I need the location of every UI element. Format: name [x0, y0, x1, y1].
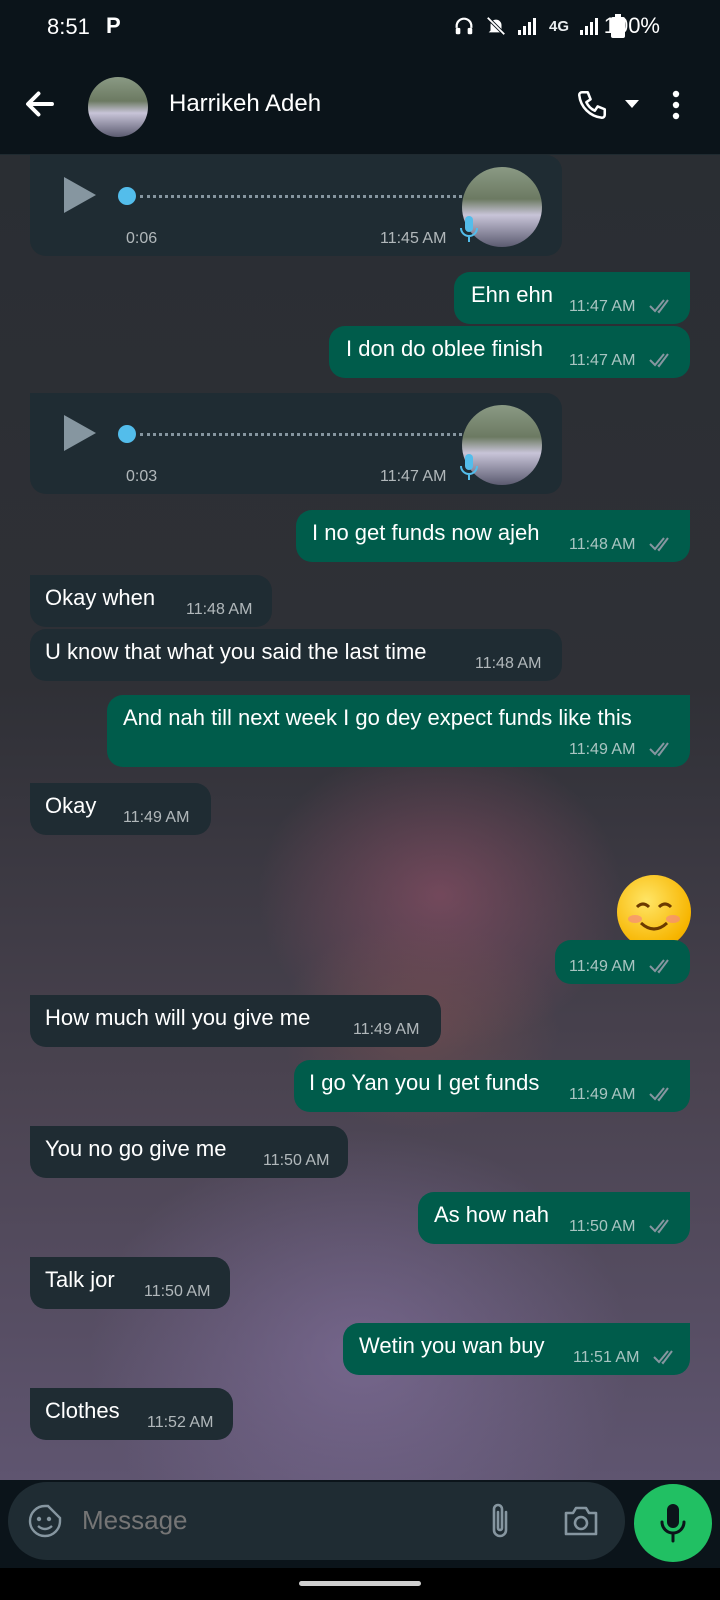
incoming-message[interactable]: U know that what you said the last time …	[30, 629, 562, 681]
parking-notification-icon: P	[106, 13, 121, 38]
outgoing-message[interactable]: Wetin you wan buy 11:51 AM	[343, 1323, 690, 1375]
voice-message[interactable]: 0:03 11:47 AM	[30, 393, 562, 494]
message-time: 11:47 AM	[569, 352, 636, 369]
phone-call-icon[interactable]	[575, 88, 609, 122]
message-time: 11:49 AM	[569, 958, 636, 975]
more-options-icon[interactable]	[672, 90, 680, 120]
message-time: 11:50 AM	[144, 1283, 211, 1300]
voice-duration: 0:06	[126, 230, 158, 247]
outgoing-message[interactable]: 11:49 AM	[555, 940, 690, 984]
microphone-icon	[460, 216, 478, 242]
status-bar: 8:51 P 4G 100%	[0, 0, 720, 52]
back-arrow-icon[interactable]	[22, 86, 58, 122]
signal-icon-2	[580, 18, 599, 35]
headphones-icon	[455, 17, 473, 35]
read-receipt-icon	[649, 1087, 669, 1102]
signal-icon	[518, 18, 536, 35]
smile-face-icon	[628, 902, 680, 931]
read-receipt-icon	[649, 299, 669, 314]
system-nav-bar	[0, 1568, 720, 1600]
play-icon[interactable]	[64, 177, 96, 213]
incoming-message[interactable]: How much will you give me 11:49 AM	[30, 995, 441, 1047]
message-time: 11:47 AM	[380, 468, 447, 485]
message-time: 11:52 AM	[147, 1414, 214, 1431]
read-receipt-icon	[649, 959, 669, 974]
network-type: 4G	[549, 17, 570, 35]
attachment-clip-icon[interactable]	[486, 1502, 514, 1540]
message-text: I go Yan you I get funds	[309, 1070, 540, 1095]
outgoing-message[interactable]: I don do oblee finish 11:47 AM	[329, 326, 690, 378]
incoming-message[interactable]: Okay when 11:48 AM	[30, 575, 272, 627]
voice-waveform[interactable]	[140, 195, 475, 198]
outgoing-message[interactable]: And nah till next week I go dey expect f…	[107, 695, 690, 767]
voice-record-button[interactable]	[634, 1484, 712, 1562]
message-time: 11:49 AM	[569, 741, 636, 758]
message-time: 11:48 AM	[475, 655, 542, 672]
message-text: Wetin you wan buy	[359, 1333, 545, 1358]
message-time: 11:48 AM	[186, 601, 253, 618]
voice-waveform[interactable]	[140, 433, 475, 436]
smiling-face-emoji[interactable]	[617, 875, 691, 949]
microphone-icon	[460, 454, 478, 480]
outgoing-message[interactable]: I no get funds now ajeh 11:48 AM	[296, 510, 690, 562]
read-receipt-icon	[649, 537, 669, 552]
message-text: Clothes	[45, 1398, 120, 1423]
read-receipt-icon	[653, 1350, 673, 1365]
message-text: I don do oblee finish	[346, 336, 543, 361]
home-gesture-handle[interactable]	[299, 1581, 421, 1586]
contact-avatar[interactable]	[88, 77, 148, 137]
call-dropdown-icon[interactable]	[625, 100, 639, 108]
play-icon[interactable]	[64, 415, 96, 451]
voice-message[interactable]: 0:06 11:45 AM	[30, 155, 562, 256]
message-text: And nah till next week I go dey expect f…	[123, 705, 632, 730]
message-text: Okay when	[45, 585, 156, 610]
incoming-message[interactable]: Clothes 11:52 AM	[30, 1388, 233, 1440]
message-time: 11:48 AM	[569, 536, 636, 553]
chat-header: Harrikeh Adeh	[0, 52, 720, 155]
message-time: 11:50 AM	[263, 1152, 330, 1169]
mute-bell-icon	[486, 16, 506, 36]
chat-area[interactable]: 0:06 11:45 AM Ehn ehn 11:47 AM I don do …	[0, 155, 720, 1480]
incoming-message[interactable]: Okay 11:49 AM	[30, 783, 211, 835]
message-time: 11:49 AM	[353, 1021, 420, 1038]
message-text: How much will you give me	[45, 1005, 311, 1030]
message-text: As how nah	[434, 1202, 549, 1227]
contact-name[interactable]: Harrikeh Adeh	[169, 90, 321, 118]
message-text: Ehn ehn	[471, 282, 553, 307]
read-receipt-icon	[649, 353, 669, 368]
outgoing-message[interactable]: Ehn ehn 11:47 AM	[454, 272, 690, 324]
message-text: You no go give me	[45, 1136, 227, 1161]
microphone-icon	[660, 1504, 686, 1543]
message-text: I no get funds now ajeh	[312, 520, 540, 545]
battery-percent: 100%	[603, 13, 660, 38]
read-receipt-icon	[649, 1219, 669, 1234]
message-time: 11:47 AM	[569, 298, 636, 315]
message-text: Talk jor	[45, 1267, 115, 1292]
message-input[interactable]	[80, 1504, 464, 1537]
outgoing-message[interactable]: As how nah 11:50 AM	[418, 1192, 690, 1244]
incoming-message[interactable]: You no go give me 11:50 AM	[30, 1126, 348, 1178]
message-time: 11:49 AM	[123, 809, 190, 826]
message-text: Okay	[45, 793, 97, 818]
read-receipt-icon	[649, 742, 669, 757]
message-time: 11:49 AM	[569, 1086, 636, 1103]
message-time: 11:51 AM	[573, 1349, 640, 1366]
incoming-message[interactable]: Talk jor 11:50 AM	[30, 1257, 230, 1309]
message-time: 11:50 AM	[569, 1218, 636, 1235]
message-time: 11:45 AM	[380, 230, 447, 247]
message-composer	[8, 1482, 625, 1560]
status-time: 8:51	[47, 14, 90, 39]
voice-progress-handle[interactable]	[118, 187, 136, 205]
message-text: U know that what you said the last time	[45, 639, 427, 664]
voice-duration: 0:03	[126, 468, 158, 485]
camera-icon[interactable]	[563, 1504, 599, 1538]
voice-progress-handle[interactable]	[118, 425, 136, 443]
outgoing-message[interactable]: I go Yan you I get funds 11:49 AM	[294, 1060, 690, 1112]
sticker-emoji-icon[interactable]	[28, 1504, 62, 1538]
